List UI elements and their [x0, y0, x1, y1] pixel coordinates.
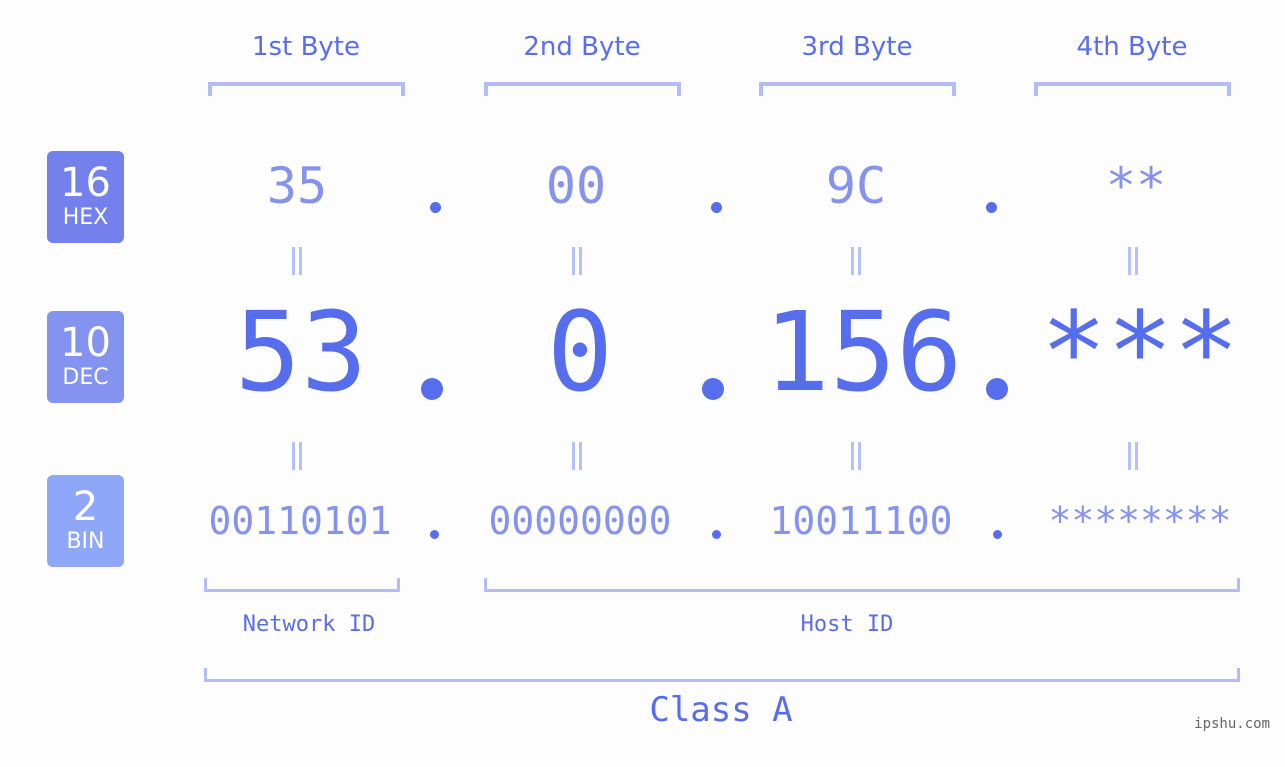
equals-icon	[572, 247, 582, 275]
bin-byte-4: ********	[1048, 499, 1232, 543]
dec-base-number: 10	[60, 320, 111, 366]
byte-bracket-4	[1034, 82, 1231, 96]
dec-byte-4: ***	[1040, 288, 1240, 416]
byte-header-4: 4th Byte	[1076, 32, 1188, 62]
dec-separator-dot	[421, 378, 443, 400]
bin-base-label: BIN	[66, 529, 105, 554]
bin-separator-dot	[430, 530, 439, 539]
class-bracket	[204, 668, 1240, 682]
hex-byte-3: 9C	[825, 157, 887, 215]
watermark: ipshu.com	[1194, 716, 1270, 732]
dec-byte-1: 53	[234, 288, 368, 416]
hex-base-number: 16	[60, 160, 111, 206]
byte-header-1: 1st Byte	[252, 32, 360, 62]
dec-base-label: DEC	[62, 365, 109, 390]
bin-badge: 2 BIN	[47, 475, 124, 567]
dec-separator-dot	[702, 378, 724, 400]
equals-icon	[851, 442, 861, 470]
class-label: Class A	[649, 690, 793, 730]
hex-byte-4: **	[1105, 157, 1167, 215]
hex-separator-dot	[711, 202, 722, 213]
dec-separator-dot	[986, 378, 1008, 400]
equals-icon	[1128, 247, 1138, 275]
bin-base-number: 2	[72, 484, 99, 530]
hex-byte-1: 35	[266, 157, 328, 215]
network-id-label: Network ID	[242, 612, 376, 637]
host-id-label: Host ID	[800, 612, 894, 637]
dec-badge: 10 DEC	[47, 311, 124, 403]
bin-separator-dot	[712, 530, 721, 539]
dec-byte-2: 0	[546, 288, 614, 416]
bin-byte-1: 00110101	[208, 499, 392, 543]
hex-separator-dot	[986, 202, 997, 213]
byte-header-3: 3rd Byte	[801, 32, 913, 62]
hex-base-label: HEX	[62, 205, 109, 230]
equals-icon	[851, 247, 861, 275]
equals-icon	[292, 247, 302, 275]
bin-separator-dot	[993, 530, 1002, 539]
dec-byte-3: 156	[763, 288, 963, 416]
bin-byte-3: 10011100	[769, 499, 953, 543]
hex-byte-2: 00	[545, 157, 607, 215]
byte-bracket-3	[759, 82, 956, 96]
byte-bracket-2	[484, 82, 681, 96]
equals-icon	[292, 442, 302, 470]
bin-byte-2: 00000000	[488, 499, 672, 543]
byte-bracket-1	[208, 82, 405, 96]
hex-badge: 16 HEX	[47, 151, 124, 243]
equals-icon	[572, 442, 582, 470]
hex-separator-dot	[430, 202, 441, 213]
host-id-bracket	[484, 578, 1240, 592]
equals-icon	[1128, 442, 1138, 470]
byte-header-2: 2nd Byte	[523, 32, 641, 62]
network-id-bracket	[204, 578, 400, 592]
